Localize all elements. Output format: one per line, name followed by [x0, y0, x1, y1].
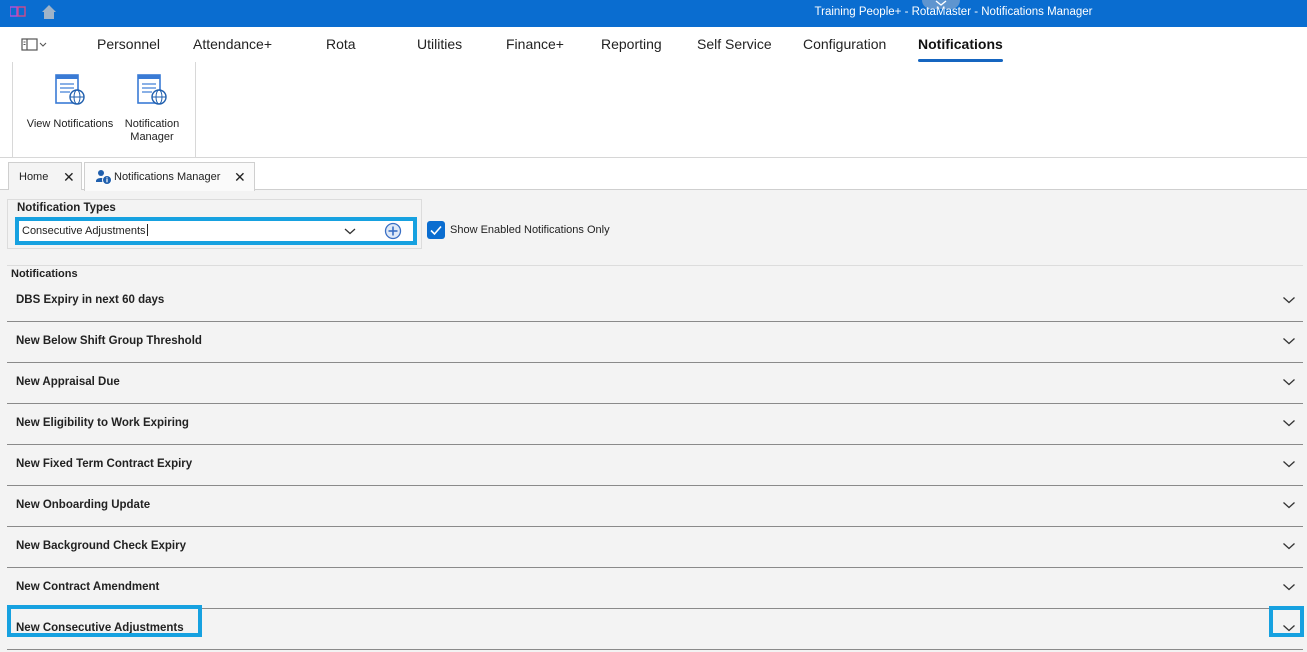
notification-row[interactable]: New Consecutive Adjustments	[7, 609, 1303, 650]
notification-row[interactable]: New Background Check Expiry	[7, 527, 1303, 568]
view-notifications-button[interactable]: View Notifications	[13, 72, 127, 131]
menu-attendance[interactable]: Attendance+	[193, 36, 272, 52]
tab-home-label: Home	[19, 171, 49, 183]
tab-notifications-manager[interactable]: Notifications Manager ✕	[84, 162, 255, 191]
chevron-down-icon[interactable]	[1282, 623, 1296, 633]
chevron-down-icon[interactable]	[1282, 336, 1296, 346]
add-circle-icon[interactable]	[384, 222, 402, 240]
chevron-down-icon[interactable]	[1282, 377, 1296, 387]
chevron-down-icon[interactable]	[1282, 295, 1296, 305]
menu-self-service[interactable]: Self Service	[697, 36, 772, 52]
notification-row-label: New Fixed Term Contract Expiry	[16, 458, 193, 470]
chevron-down-icon[interactable]	[1282, 500, 1296, 510]
tab-strip: Home ✕ Notifications Manager ✕	[0, 158, 1307, 191]
notification-row-label: New Eligibility to Work Expiring	[16, 417, 189, 429]
menu-configuration[interactable]: Configuration	[803, 36, 886, 52]
checkmark-icon	[430, 225, 442, 236]
notification-row-label: New Below Shift Group Threshold	[16, 335, 202, 347]
ribbon-group-notifications: View Notifications Notification Manager	[12, 62, 196, 158]
menu-personnel[interactable]: Personnel	[97, 36, 160, 52]
users-info-icon	[96, 170, 112, 185]
notification-row-label: New Consecutive Adjustments	[16, 622, 184, 634]
tab-home[interactable]: Home ✕	[8, 162, 82, 190]
notification-row[interactable]: DBS Expiry in next 60 days	[7, 281, 1303, 322]
notification-row-label: New Onboarding Update	[16, 499, 151, 511]
sidebar-toggle-icon[interactable]	[21, 38, 49, 52]
menu-rota[interactable]: Rota	[326, 36, 356, 52]
notification-row[interactable]: New Fixed Term Contract Expiry	[7, 445, 1303, 486]
show-enabled-label: Show Enabled Notifications Only	[450, 224, 610, 236]
notification-row[interactable]: New Appraisal Due	[7, 363, 1303, 404]
notifications-list: DBS Expiry in next 60 days New Below Shi…	[7, 281, 1303, 650]
main-content: Notification Types Consecutive Adjustmen…	[0, 191, 1307, 652]
notification-row-label: DBS Expiry in next 60 days	[16, 294, 165, 306]
notification-row-label: New Appraisal Due	[16, 376, 120, 388]
notification-types-select[interactable]: Consecutive Adjustments	[15, 217, 417, 245]
notification-types-value: Consecutive Adjustments	[22, 225, 146, 237]
chevron-down-icon[interactable]	[344, 226, 356, 236]
ribbon: View Notifications Notification Manager	[0, 62, 1307, 158]
notification-row[interactable]: New Eligibility to Work Expiring	[7, 404, 1303, 445]
menu-notifications[interactable]: Notifications	[918, 36, 1003, 62]
notification-manager-button[interactable]: Notification Manager	[119, 72, 185, 144]
tab-notifications-manager-label: Notifications Manager	[114, 171, 221, 183]
close-icon[interactable]: ✕	[234, 169, 246, 186]
window-title: Training People+ - RotaMaster - Notifica…	[814, 6, 1093, 18]
chevron-down-icon[interactable]	[1282, 459, 1296, 469]
document-globe-icon	[137, 74, 167, 105]
title-bar: Training People+ - RotaMaster - Notifica…	[0, 0, 1307, 27]
notification-manager-label: Notification Manager	[124, 118, 180, 143]
notification-row[interactable]: New Below Shift Group Threshold	[7, 322, 1303, 363]
menu-reporting[interactable]: Reporting	[601, 36, 662, 52]
notifications-section: Notifications DBS Expiry in next 60 days…	[7, 265, 1303, 652]
chevron-down-icon[interactable]	[1282, 541, 1296, 551]
document-globe-icon	[55, 74, 85, 105]
notification-types-group: Notification Types Consecutive Adjustmen…	[7, 199, 422, 249]
notification-row[interactable]: New Contract Amendment	[7, 568, 1303, 609]
show-enabled-checkbox[interactable]	[427, 221, 445, 239]
close-icon[interactable]: ✕	[63, 169, 75, 186]
menu-bar: Personnel Attendance+ Rota Utilities Fin…	[0, 27, 1307, 62]
notification-row[interactable]: New Onboarding Update	[7, 486, 1303, 527]
menu-utilities[interactable]: Utilities	[417, 36, 462, 52]
notification-row-label: New Contract Amendment	[16, 581, 160, 593]
notification-row-label: New Background Check Expiry	[16, 540, 186, 552]
menu-finance[interactable]: Finance+	[506, 36, 564, 52]
chevron-down-icon[interactable]	[1282, 582, 1296, 592]
notifications-label: Notifications	[11, 268, 78, 280]
view-notifications-label: View Notifications	[26, 118, 114, 130]
notification-types-label: Notification Types	[17, 202, 116, 214]
chevron-down-icon[interactable]	[1282, 418, 1296, 428]
